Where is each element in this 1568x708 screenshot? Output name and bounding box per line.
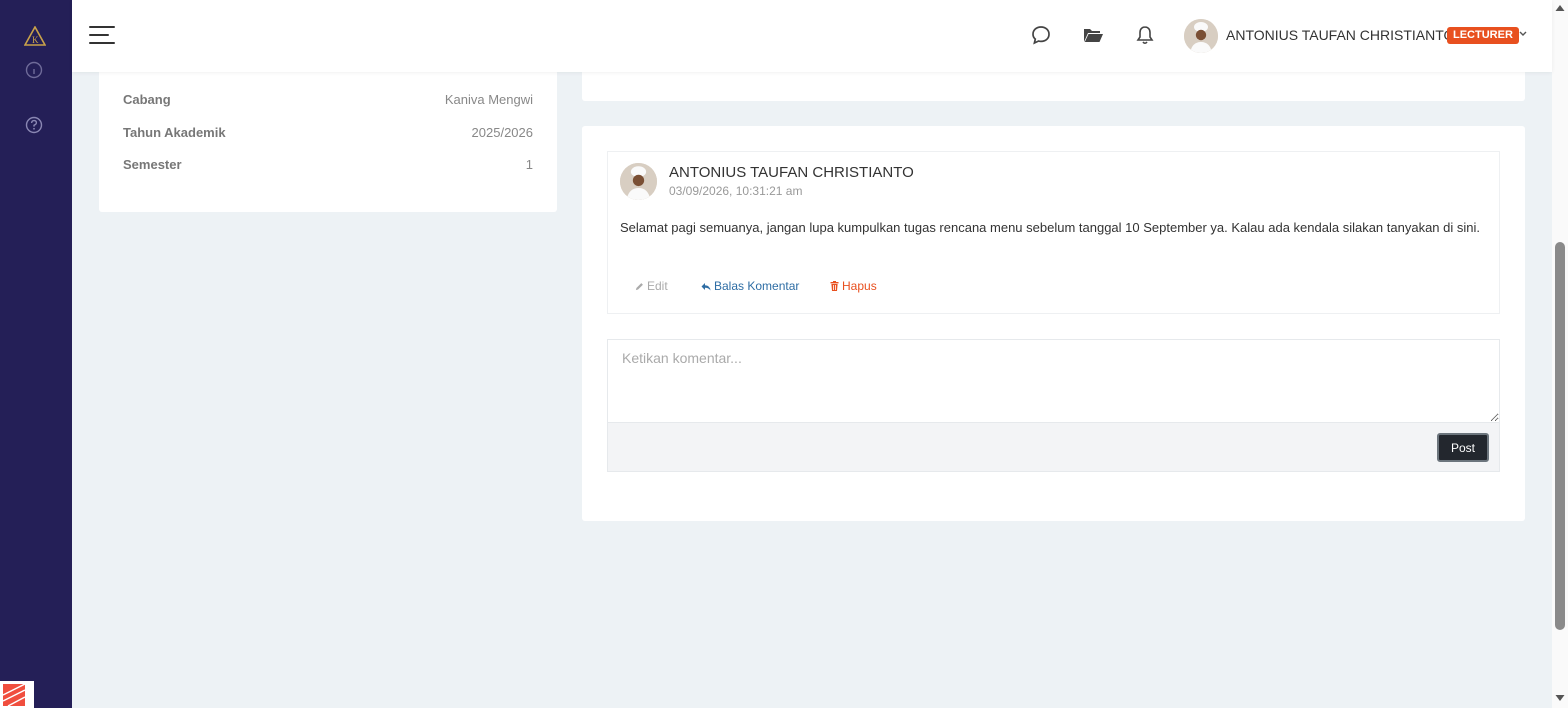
question-circle-icon[interactable] — [25, 116, 43, 134]
comments-card: ANTONIUS TAUFAN CHRISTIANTO 03/09/2026, … — [582, 126, 1525, 521]
comment-input[interactable] — [608, 340, 1499, 422]
info-value: 1 — [525, 157, 533, 172]
comment-author: ANTONIUS TAUFAN CHRISTIANTO — [669, 164, 914, 181]
delete-comment-button[interactable]: Hapus — [830, 279, 877, 293]
comment-form-footer: Post — [608, 422, 1499, 471]
info-value: Kaniva Mengwi — [444, 92, 533, 107]
role-badge: LECTURER — [1447, 27, 1519, 44]
avatar[interactable] — [1184, 19, 1218, 53]
sidebar: K — [0, 0, 72, 708]
scroll-up-icon[interactable] — [1555, 4, 1565, 12]
user-name[interactable]: ANTONIUS TAUFAN CHRISTIANTO — [1226, 27, 1454, 43]
folder-open-icon[interactable] — [1082, 24, 1104, 46]
reply-arrow-icon — [701, 283, 711, 291]
bell-icon[interactable] — [1134, 24, 1156, 46]
chef-avatar-icon — [1184, 19, 1218, 53]
chef-avatar-icon — [620, 163, 657, 200]
comment-text: Selamat pagi semuanya, jangan lupa kumpu… — [620, 220, 1480, 235]
info-row-tahun-akademik: Tahun Akademik 2025/2026 — [123, 125, 533, 145]
corner-app-badge[interactable] — [0, 681, 34, 708]
info-row-semester: Semester 1 — [123, 157, 533, 177]
chevron-down-icon[interactable] — [1518, 29, 1528, 39]
page-scrollbar[interactable] — [1552, 0, 1568, 708]
reply-comment-button[interactable]: Balas Komentar — [701, 279, 799, 293]
hamburger-menu-icon[interactable] — [89, 26, 115, 46]
trash-icon — [830, 281, 839, 291]
delete-label: Hapus — [842, 279, 877, 293]
info-value: 2025/2026 — [471, 125, 533, 140]
grid-logo-icon — [2, 683, 26, 707]
reply-label: Balas Komentar — [714, 279, 800, 293]
scroll-thumb[interactable] — [1555, 242, 1565, 630]
post-button[interactable]: Post — [1437, 433, 1489, 462]
info-label: Semester — [123, 157, 182, 172]
edit-comment-button[interactable]: Edit — [635, 279, 668, 293]
comment-avatar — [620, 163, 657, 200]
comment-date: 03/09/2026, 10:31:21 am — [669, 184, 803, 198]
pencil-icon — [635, 283, 643, 291]
brand-logo-icon[interactable]: K — [24, 26, 46, 46]
info-label: Cabang — [123, 92, 171, 107]
svg-text:K: K — [32, 35, 39, 45]
new-comment-form: Post — [607, 339, 1500, 472]
scroll-down-icon[interactable] — [1555, 694, 1565, 702]
info-label: Tahun Akademik — [123, 125, 226, 140]
edit-label: Edit — [647, 279, 668, 293]
chat-bubble-icon[interactable] — [1030, 24, 1052, 46]
top-header: ANTONIUS TAUFAN CHRISTIANTO LECTURER — [72, 0, 1552, 72]
info-circle-icon[interactable] — [25, 61, 43, 79]
comment-item: ANTONIUS TAUFAN CHRISTIANTO 03/09/2026, … — [607, 151, 1500, 314]
info-row-cabang: Cabang Kaniva Mengwi — [123, 92, 533, 112]
